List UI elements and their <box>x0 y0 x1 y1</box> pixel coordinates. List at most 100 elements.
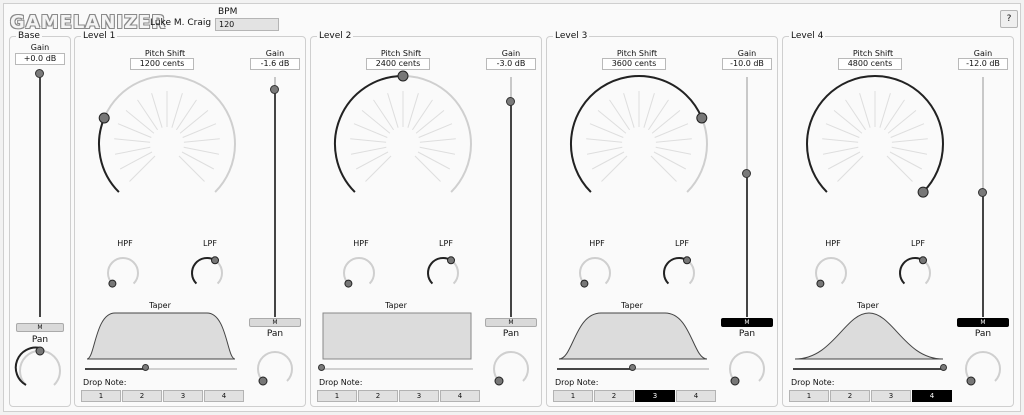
level-1-mute-button[interactable]: M <box>249 318 301 327</box>
level-2-taper-display <box>322 312 472 360</box>
level-2-drop-note-4-button[interactable]: 4 <box>440 390 480 402</box>
level-2-gain-value[interactable]: -3.0 dB <box>486 58 536 70</box>
level-1-taper-label: Taper <box>149 301 171 310</box>
level-1-gain-slider-thumb[interactable] <box>270 85 279 94</box>
level-2-lpf-label: LPF <box>439 239 453 248</box>
level-2-mute-button[interactable]: M <box>485 318 537 327</box>
level-4-drop-note-4-button[interactable]: 4 <box>912 390 952 402</box>
level-4-drop-note-1-button[interactable]: 1 <box>789 390 829 402</box>
level-2-gain-label: Gain <box>501 49 521 58</box>
level-4-taper-label: Taper <box>857 301 879 310</box>
base-gain-slider-track[interactable] <box>39 73 41 317</box>
level-2-pan-label: Pan <box>502 329 520 339</box>
level-2-drop-note-row: 1234 <box>317 390 481 402</box>
level-1-pan-knob[interactable] <box>253 347 297 391</box>
level-2-drop-note-2-button[interactable]: 2 <box>358 390 398 402</box>
base-gain-label: Gain <box>30 43 50 52</box>
base-pan-knob[interactable] <box>14 343 65 393</box>
level-2-drop-note-1-button[interactable]: 1 <box>317 390 357 402</box>
level-4-lpf-label: LPF <box>911 239 925 248</box>
level-4-gain-slider-thumb[interactable] <box>978 188 987 198</box>
level-1-hpf-knob[interactable] <box>103 253 143 293</box>
base-gain-value[interactable]: +0.0 dB <box>15 53 65 65</box>
level-2-title: Level 2 <box>317 31 354 41</box>
level-4-pan-label: Pan <box>974 329 992 339</box>
level-4-group: Level 4 Pitch Shift 4800 cents Gain -12.0 dB… <box>782 31 1014 407</box>
level-2-taper-slider-thumb[interactable] <box>317 364 325 371</box>
level-2-pan-knob[interactable] <box>489 347 533 391</box>
level-3-drop-note-1-button[interactable]: 1 <box>553 390 593 402</box>
app-logo: GAMELANIZER <box>10 12 167 33</box>
level-1-taper-slider-thumb[interactable] <box>141 364 149 371</box>
level-1-gain-slider-fill <box>274 89 276 317</box>
level-4-gain-slider-fill <box>982 192 984 317</box>
base-gain-slider-thumb[interactable] <box>35 69 44 78</box>
level-4-pitch-label: Pitch Shift <box>852 49 894 58</box>
level-4-hpf-label: HPF <box>825 239 841 248</box>
level-4-drop-note-3-button[interactable]: 3 <box>871 390 911 402</box>
level-3-taper-slider-fill <box>557 368 632 370</box>
level-1-drop-note-4-button[interactable]: 4 <box>204 390 244 402</box>
level-4-pan-knob[interactable] <box>961 347 1005 391</box>
level-3-taper-display <box>558 312 708 360</box>
level-1-pitch-value[interactable]: 1200 cents <box>130 58 194 70</box>
level-3-title: Level 3 <box>553 31 590 41</box>
level-4-drop-note-row: 1234 <box>789 390 953 402</box>
level-4-gain-label: Gain <box>973 49 993 58</box>
level-4-mute-button[interactable]: M <box>957 318 1009 327</box>
level-2-hpf-knob[interactable] <box>339 253 379 293</box>
level-4-drop-note-label: Drop Note: <box>791 378 835 387</box>
level-2-pitch-value[interactable]: 2400 cents <box>366 58 430 70</box>
level-1-lpf-knob[interactable] <box>187 253 227 293</box>
level-1-drop-note-1-button[interactable]: 1 <box>81 390 121 402</box>
level-3-gain-value[interactable]: -10.0 dB <box>722 58 772 70</box>
level-4-hpf-knob[interactable] <box>811 253 851 293</box>
level-3-pan-knob[interactable] <box>725 347 769 391</box>
level-3-mute-button[interactable]: M <box>721 318 773 327</box>
level-4-lpf-knob[interactable] <box>895 253 935 293</box>
level-1-drop-note-2-button[interactable]: 2 <box>122 390 162 402</box>
level-4-taper-slider-thumb[interactable] <box>939 364 947 371</box>
level-3-group: Level 3 Pitch Shift 3600 cents Gain -10.0 dB… <box>546 31 778 407</box>
level-3-drop-note-row: 1234 <box>553 390 717 402</box>
level-3-pitch-value[interactable]: 3600 cents <box>602 58 666 70</box>
level-3-taper-slider-thumb[interactable] <box>628 364 636 371</box>
level-2-taper-label: Taper <box>385 301 407 310</box>
level-3-gain-slider-fill <box>746 173 748 317</box>
level-3-drop-note-4-button[interactable]: 4 <box>676 390 716 402</box>
bpm-input[interactable]: 120 <box>215 18 279 31</box>
level-4-pitch-knob[interactable] <box>793 72 958 222</box>
level-3-lpf-knob[interactable] <box>659 253 699 293</box>
level-3-drop-note-2-button[interactable]: 2 <box>594 390 634 402</box>
level-3-pitch-knob[interactable] <box>557 72 722 222</box>
level-4-gain-value[interactable]: -12.0 dB <box>958 58 1008 70</box>
level-3-pitch-label: Pitch Shift <box>616 49 658 58</box>
level-2-pitch-knob[interactable] <box>321 70 486 222</box>
level-3-gain-slider-thumb[interactable] <box>742 169 751 178</box>
bpm-label: BPM <box>218 7 238 17</box>
level-1-pitch-knob[interactable] <box>85 72 250 222</box>
level-1-pan-label: Pan <box>266 329 284 339</box>
level-2-hpf-label: HPF <box>353 239 369 248</box>
level-4-pitch-value[interactable]: 4800 cents <box>838 58 902 70</box>
level-1-lpf-label: LPF <box>203 239 217 248</box>
level-3-gain-label: Gain <box>737 49 757 58</box>
level-2-taper-slider-track[interactable] <box>321 368 473 370</box>
level-3-hpf-knob[interactable] <box>575 253 615 293</box>
level-3-drop-note-3-button[interactable]: 3 <box>635 390 675 402</box>
level-2-drop-note-3-button[interactable]: 3 <box>399 390 439 402</box>
level-2-pitch-label: Pitch Shift <box>380 49 422 58</box>
level-2-lpf-knob[interactable] <box>423 253 463 293</box>
level-4-drop-note-2-button[interactable]: 2 <box>830 390 870 402</box>
level-1-gain-value[interactable]: -1.6 dB <box>250 58 300 70</box>
level-2-gain-slider-fill <box>510 101 512 317</box>
help-button[interactable]: ? <box>1000 10 1018 28</box>
level-1-title: Level 1 <box>81 31 118 41</box>
level-4-taper-display <box>794 312 944 360</box>
base-mute-button[interactable]: M <box>16 323 64 332</box>
level-1-drop-note-label: Drop Note: <box>83 378 127 387</box>
level-1-drop-note-3-button[interactable]: 3 <box>163 390 203 402</box>
level-2-gain-slider-thumb[interactable] <box>506 97 515 106</box>
level-1-gain-label: Gain <box>265 49 285 58</box>
level-3-drop-note-label: Drop Note: <box>555 378 599 387</box>
